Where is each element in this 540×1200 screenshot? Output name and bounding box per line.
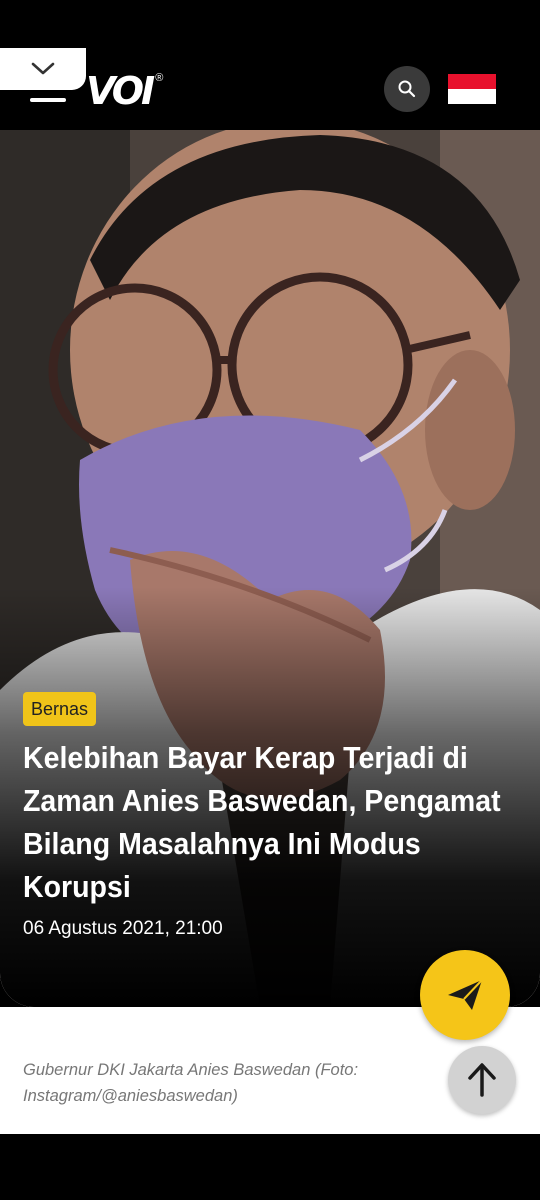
flag-red-stripe bbox=[448, 74, 496, 89]
article-date: 06 Agustus 2021, 21:00 bbox=[23, 918, 223, 939]
category-badge[interactable]: Bernas bbox=[23, 692, 97, 726]
flag-white-stripe bbox=[448, 89, 496, 104]
header-toggle-button[interactable] bbox=[0, 48, 86, 90]
chevron-down-icon bbox=[31, 62, 55, 75]
search-button[interactable] bbox=[384, 66, 430, 112]
language-flag-button[interactable] bbox=[448, 74, 496, 104]
scroll-top-button[interactable] bbox=[448, 1046, 516, 1114]
site-logo[interactable]: VOI ® bbox=[86, 70, 163, 112]
logo-registered-mark: ® bbox=[155, 72, 164, 84]
menu-icon[interactable] bbox=[30, 98, 66, 102]
send-icon bbox=[448, 979, 483, 1010]
photo-caption: Gubernur DKI Jakarta Anies Baswedan (Fot… bbox=[23, 1061, 359, 1105]
logo-text: VOI bbox=[86, 69, 155, 113]
share-button[interactable] bbox=[420, 950, 510, 1040]
article-title[interactable]: Kelebihan Bayar Kerap Terjadi di Zaman A… bbox=[23, 736, 501, 908]
system-navigation-bar bbox=[0, 1134, 540, 1200]
search-icon bbox=[398, 80, 416, 98]
arrow-up-icon bbox=[468, 1063, 496, 1097]
article-hero[interactable]: Bernas Kelebihan Bayar Kerap Terjadi di … bbox=[0, 130, 540, 1007]
status-bar bbox=[0, 0, 540, 48]
